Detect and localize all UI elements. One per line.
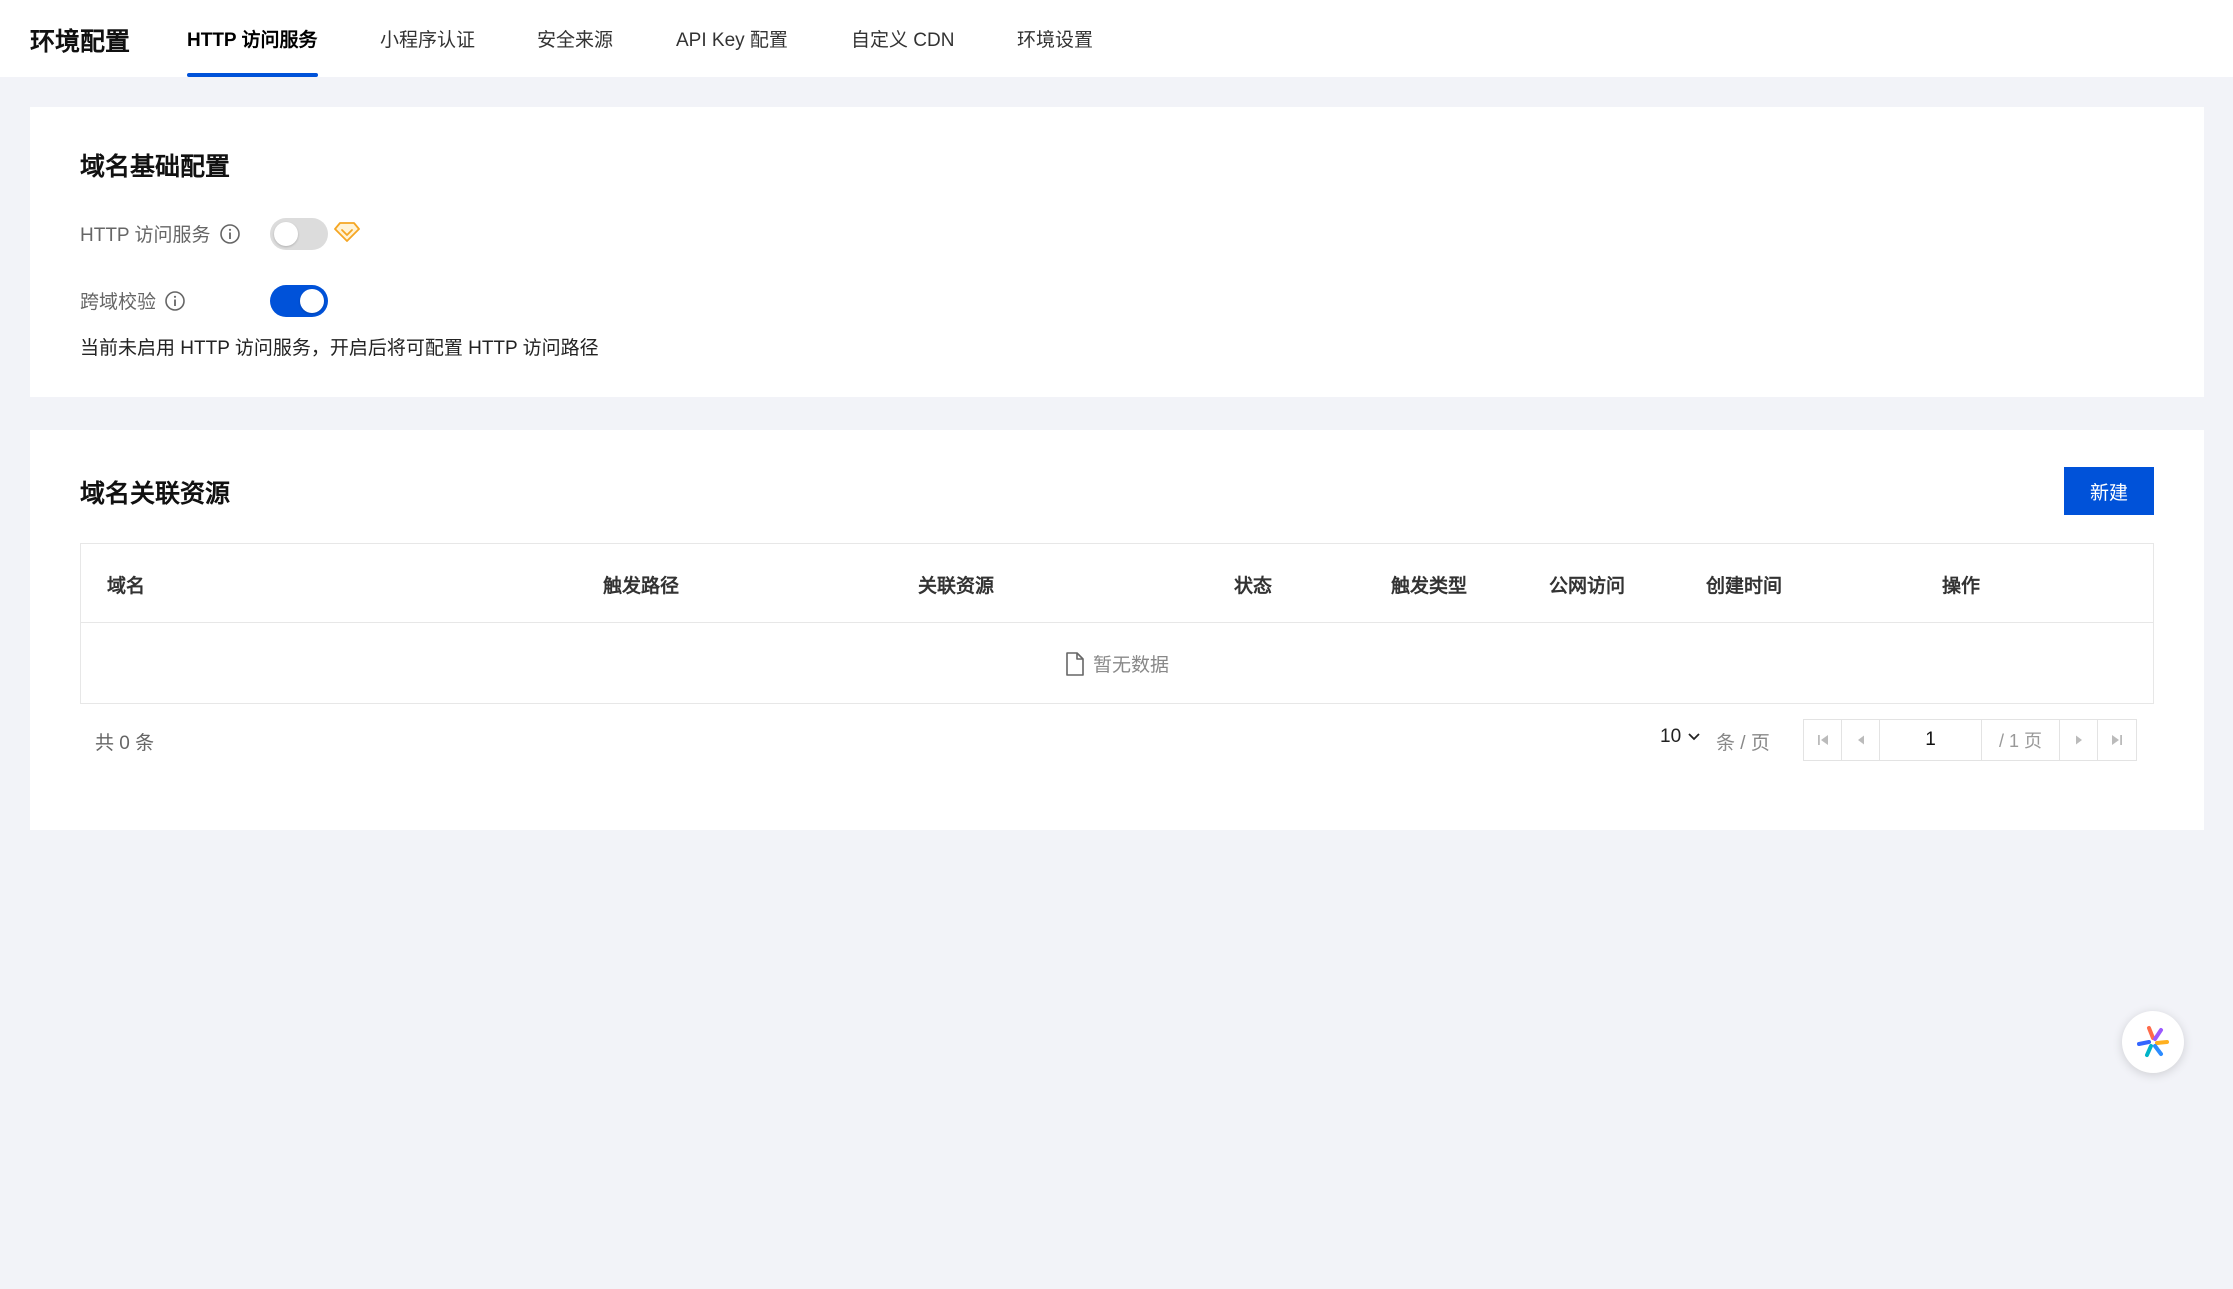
- column-header-trigger-type: 触发类型: [1391, 576, 1468, 597]
- toggle-knob: [274, 222, 298, 246]
- column-header-domain: 域名: [107, 576, 146, 597]
- total-pages: / 1 页: [1982, 720, 2060, 760]
- total-count: 共 0 条: [95, 733, 155, 754]
- toggle-knob: [300, 289, 324, 313]
- http-access-label-text: HTTP 访问服务: [80, 225, 211, 246]
- new-button[interactable]: 新建: [2064, 467, 2154, 515]
- active-tab-indicator: [187, 73, 318, 77]
- prev-page-button[interactable]: [1842, 720, 1880, 760]
- empty-state: 暂无数据: [81, 623, 2153, 704]
- column-header-status: 状态: [1234, 576, 1273, 597]
- http-access-toggle[interactable]: [270, 218, 328, 250]
- page-title: 环境配置: [30, 28, 131, 56]
- table-header: 域名 触发路径 关联资源 状态 触发类型 公网访问 创建时间 操作: [81, 544, 2153, 623]
- tab-api-key[interactable]: API Key 配置: [676, 25, 788, 52]
- column-header-trigger-path: 触发路径: [603, 576, 680, 597]
- top-navigation: 环境配置 HTTP 访问服务 小程序认证 安全来源 API Key 配置 自定义…: [0, 0, 2233, 77]
- http-disabled-hint: 当前未启用 HTTP 访问服务，开启后将可配置 HTTP 访问路径: [80, 338, 599, 359]
- info-icon[interactable]: [164, 290, 186, 312]
- next-page-icon: [2075, 735, 2082, 745]
- assistant-logo-icon: [2137, 1026, 2169, 1057]
- chevron-down-icon: [1688, 733, 1700, 741]
- tab-http-access[interactable]: HTTP 访问服务: [187, 25, 318, 52]
- page-size-value: 10: [1660, 726, 1682, 747]
- domain-resources-card: 域名关联资源 新建 域名 触发路径 关联资源 状态 触发类型 公网访问 创建时间…: [30, 430, 2204, 830]
- tab-custom-cdn[interactable]: 自定义 CDN: [851, 25, 954, 52]
- page-size-unit: 条 / 页: [1716, 733, 1770, 754]
- column-header-actions: 操作: [1942, 576, 1981, 597]
- page-number-input[interactable]: [1880, 720, 1982, 760]
- domain-basic-config-card: 域名基础配置 HTTP 访问服务 跨域校验 当前未启用 HTTP 访问服务，开启…: [30, 107, 2204, 397]
- premium-diamond-icon: [334, 222, 360, 242]
- tab-security-source[interactable]: 安全来源: [537, 25, 613, 52]
- last-page-icon: [2112, 735, 2122, 745]
- section-title: 域名基础配置: [80, 153, 231, 181]
- cors-check-label: 跨域校验: [80, 287, 186, 314]
- column-header-public-access: 公网访问: [1549, 576, 1626, 597]
- empty-text: 暂无数据: [1092, 655, 1169, 676]
- pagination: / 1 页: [1803, 719, 2137, 761]
- column-header-resource: 关联资源: [918, 576, 995, 597]
- page-size-select[interactable]: 10: [1660, 726, 1701, 748]
- last-page-button[interactable]: [2098, 720, 2136, 760]
- assistant-float-button[interactable]: [2122, 1011, 2184, 1073]
- first-page-icon: [1817, 735, 1828, 745]
- prev-page-icon: [1857, 735, 1864, 745]
- info-icon[interactable]: [219, 223, 241, 245]
- tab-miniprogram-auth[interactable]: 小程序认证: [380, 25, 475, 52]
- cors-check-label-text: 跨域校验: [80, 292, 157, 313]
- first-page-button[interactable]: [1804, 720, 1842, 760]
- file-icon: [1066, 651, 1084, 676]
- column-header-created-time: 创建时间: [1706, 576, 1783, 597]
- section-title: 域名关联资源: [80, 480, 231, 508]
- cors-check-toggle[interactable]: [270, 285, 328, 317]
- tab-env-settings[interactable]: 环境设置: [1017, 25, 1093, 52]
- resources-table: 域名 触发路径 关联资源 状态 触发类型 公网访问 创建时间 操作 暂无数据: [80, 543, 2154, 704]
- http-access-label: HTTP 访问服务: [80, 220, 241, 247]
- next-page-button[interactable]: [2060, 720, 2098, 760]
